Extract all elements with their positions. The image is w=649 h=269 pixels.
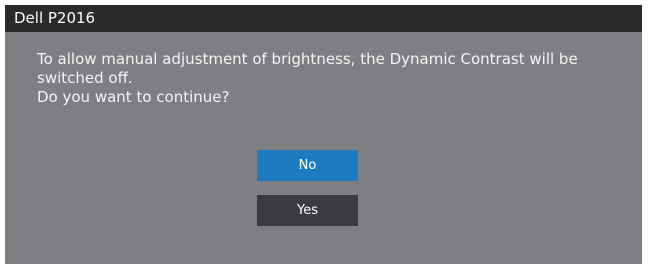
osd-dialog: Dell P2016 To allow manual adjustment of… bbox=[5, 5, 642, 264]
title-bar: Dell P2016 bbox=[5, 5, 642, 32]
no-button[interactable]: No bbox=[257, 150, 358, 181]
yes-button[interactable]: Yes bbox=[257, 195, 358, 226]
message-line-2: switched off. bbox=[37, 69, 133, 87]
window-title: Dell P2016 bbox=[14, 9, 96, 27]
message-line-1: To allow manual adjustment of brightness… bbox=[37, 50, 578, 68]
no-button-label: No bbox=[298, 158, 317, 173]
continue-question: Do you want to continue? bbox=[37, 88, 230, 106]
yes-button-label: Yes bbox=[297, 203, 318, 218]
dialog-message: To allow manual adjustment of brightness… bbox=[37, 50, 627, 107]
